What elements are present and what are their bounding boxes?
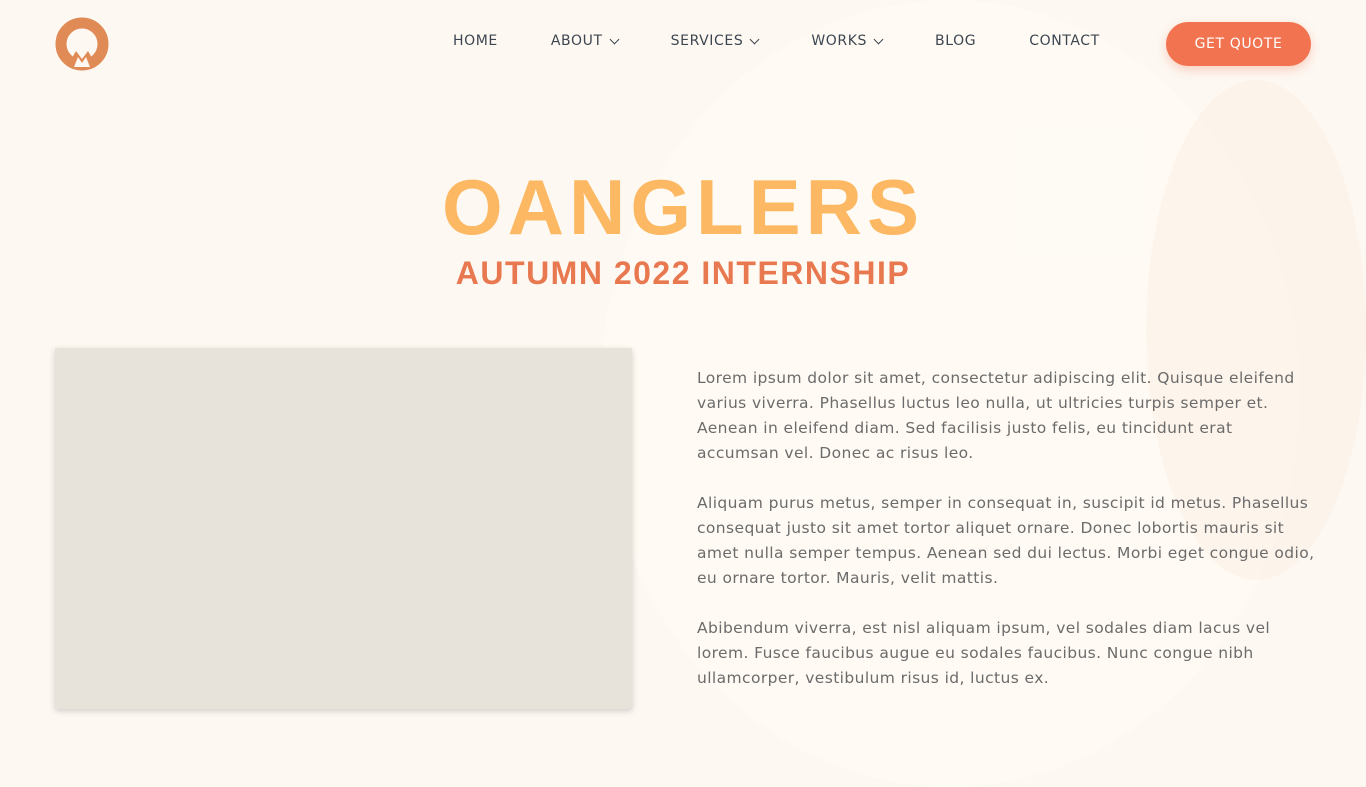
nav-works[interactable]: WORKS xyxy=(811,33,884,49)
hero-subtitle: AUTUMN 2022 INTERNSHIP xyxy=(455,255,911,291)
nav-label: WORKS xyxy=(811,33,868,49)
nav-label: SERVICES xyxy=(670,33,744,49)
image-placeholder xyxy=(55,348,632,709)
paragraph: Abibendum viverra, est nisl aliquam ipsu… xyxy=(697,619,1271,687)
logo-icon[interactable] xyxy=(54,17,110,73)
chevron-down-icon xyxy=(873,34,884,44)
nav-label: BLOG xyxy=(935,33,977,49)
chevron-down-icon xyxy=(749,34,760,44)
nav-home[interactable]: HOME xyxy=(453,33,498,49)
paragraph: Aliquam purus metus, semper in consequat… xyxy=(697,494,1315,587)
hero-title: OANGLERS xyxy=(441,163,925,251)
nav-label: HOME xyxy=(453,33,498,49)
main-nav: HOME ABOUT SERVICES WORKS BLOG CONTACT xyxy=(453,33,1100,49)
site-header: HOME ABOUT SERVICES WORKS BLOG CONTACT G… xyxy=(0,0,1366,88)
nav-label: CONTACT xyxy=(1029,33,1100,49)
nav-label: ABOUT xyxy=(550,33,603,49)
nav-about[interactable]: ABOUT xyxy=(550,33,620,49)
paragraph: Lorem ipsum dolor sit amet, consectetur … xyxy=(697,369,1295,462)
nav-blog[interactable]: BLOG xyxy=(935,33,976,49)
nav-contact[interactable]: CONTACT xyxy=(1029,33,1100,49)
nav-services[interactable]: SERVICES xyxy=(670,33,760,49)
content-text: Lorem ipsum dolor sit amet, consectetur … xyxy=(697,366,1317,716)
chevron-down-icon xyxy=(609,34,620,44)
get-quote-button[interactable]: GET QUOTE xyxy=(1166,22,1311,66)
